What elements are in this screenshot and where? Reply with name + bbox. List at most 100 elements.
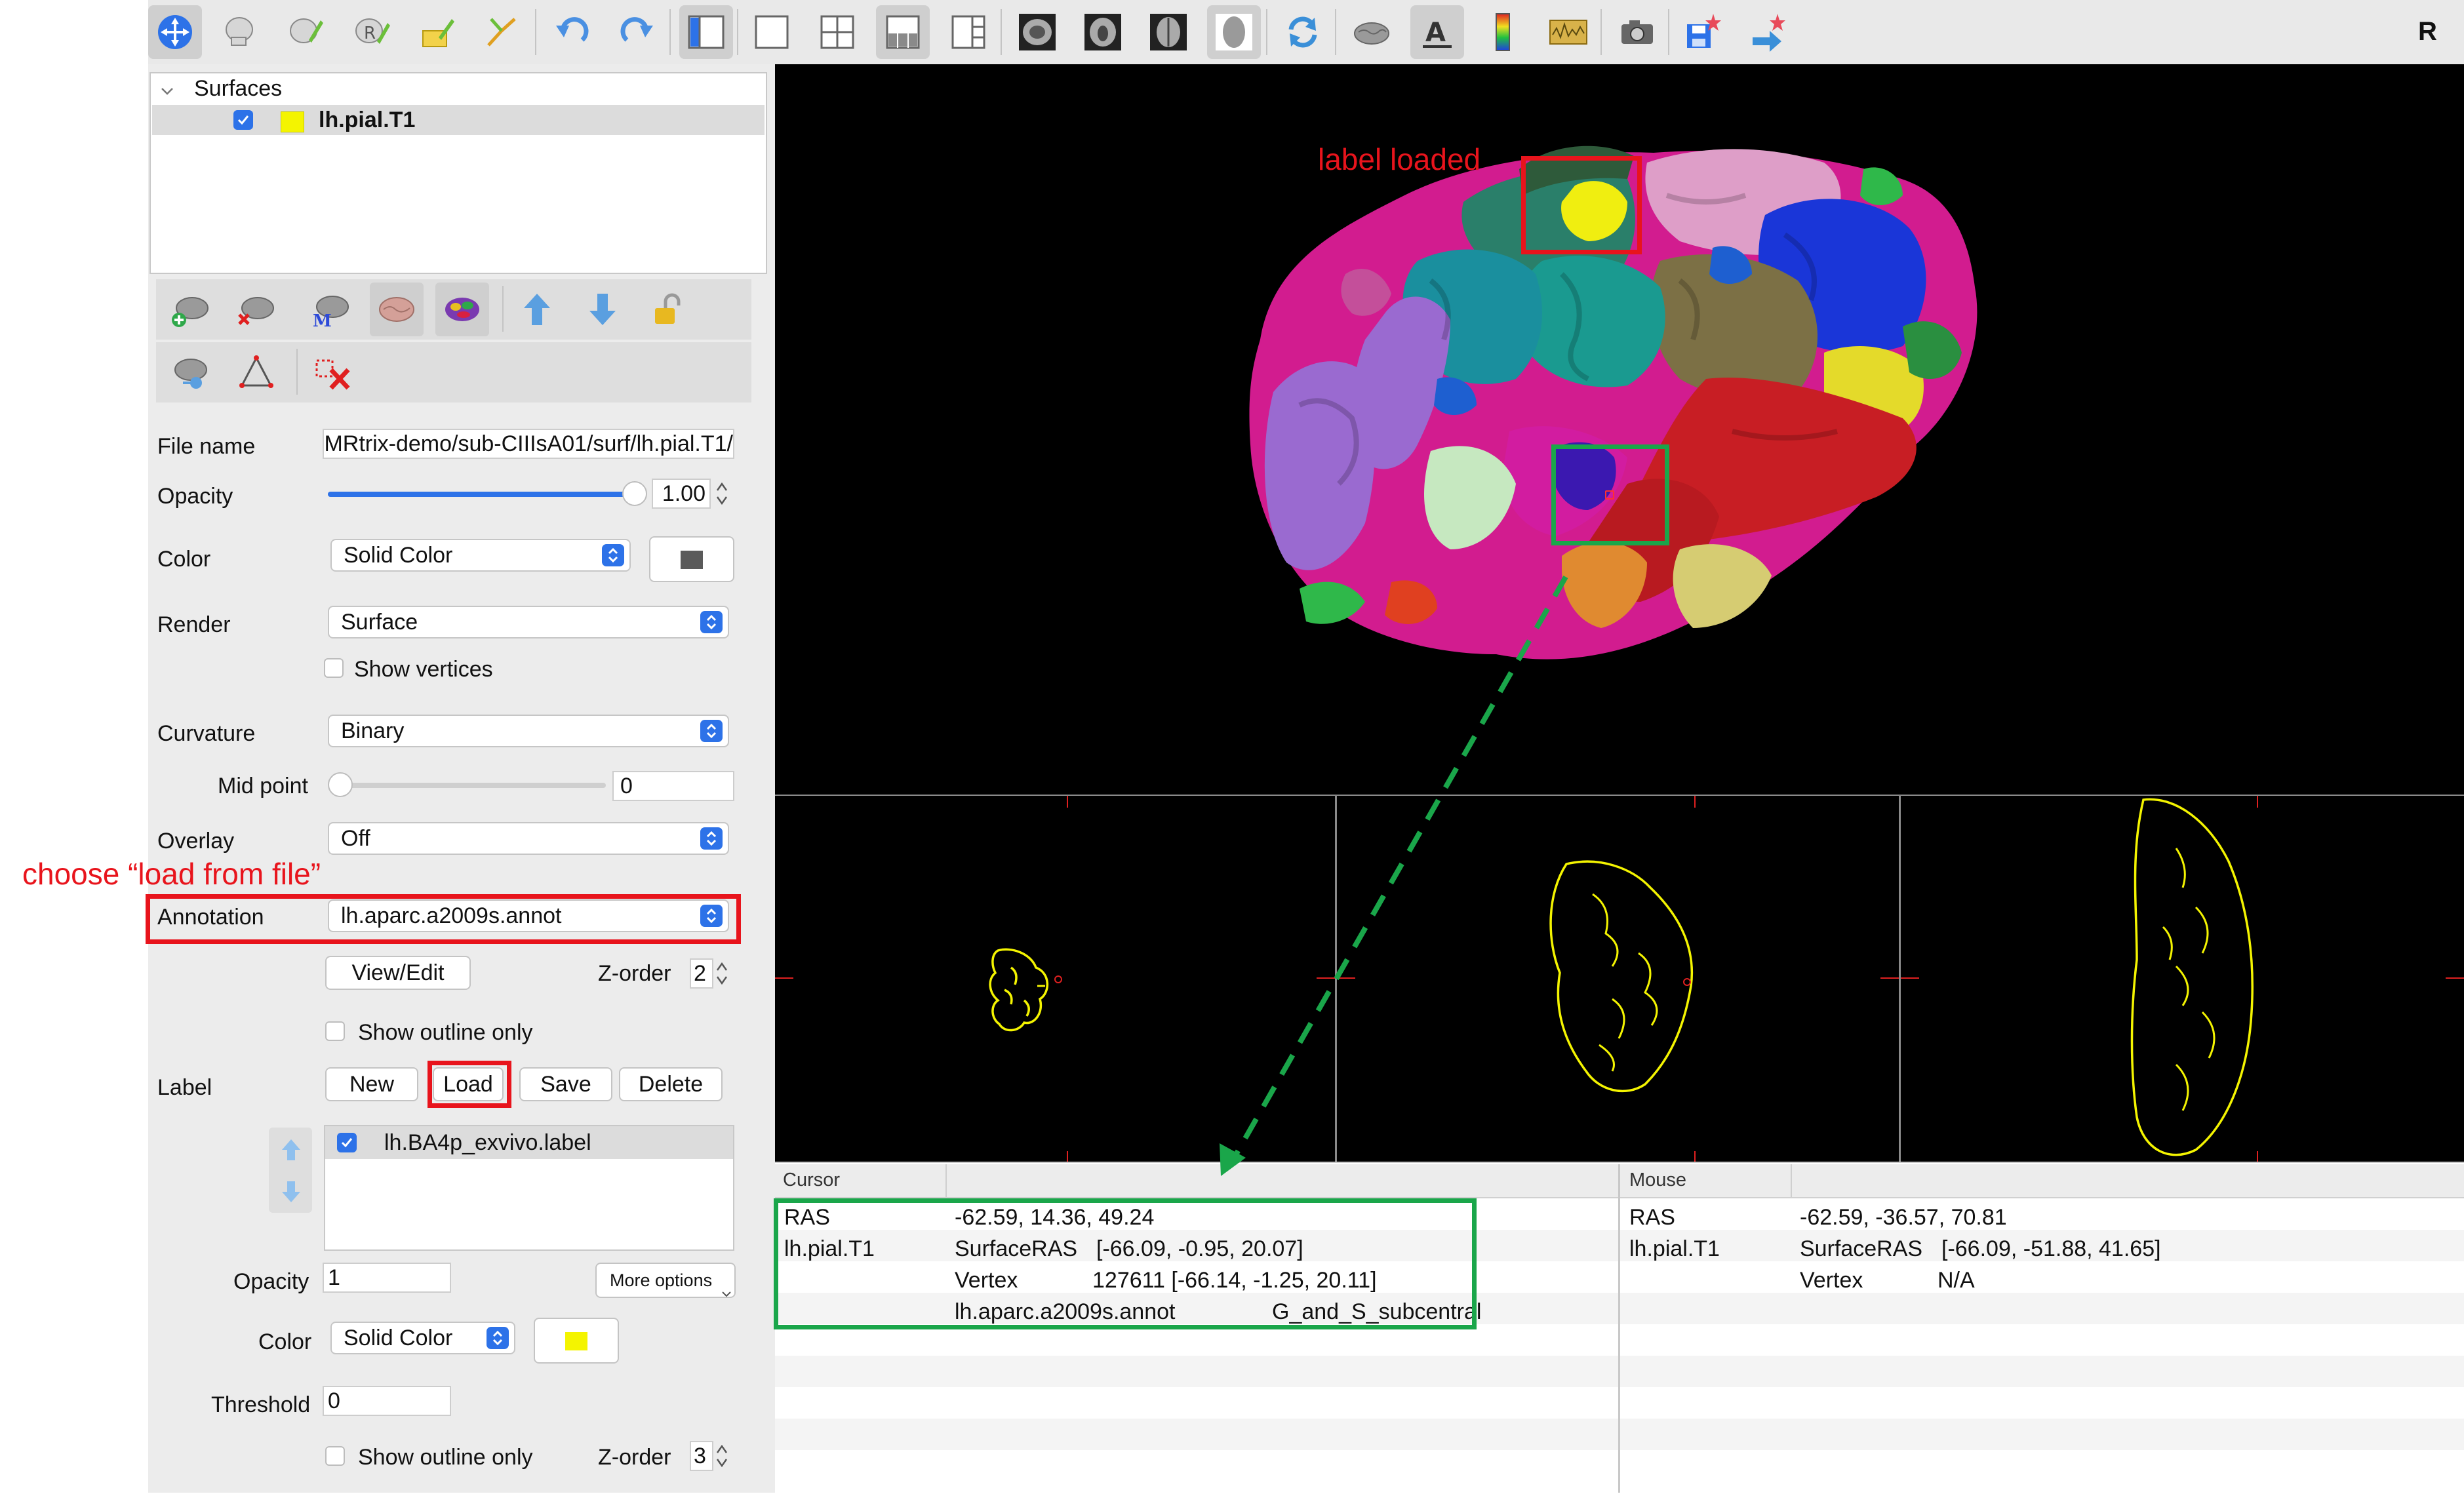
opacity-slider-handle[interactable] (622, 481, 647, 506)
layer-tools-row-2 (156, 342, 751, 403)
label-opacity-label: Opacity (233, 1269, 309, 1294)
label-item-name: lh.BA4p_exvivo.label (384, 1130, 591, 1155)
cursor-info-panel: Cursor RAS -62.59, 14.36, 49.24 lh.pial.T1… (774, 1164, 1618, 1493)
text-annotation-icon[interactable]: A (1410, 5, 1464, 59)
mid-point-field[interactable]: 0 (612, 771, 734, 801)
redo-icon[interactable] (610, 5, 664, 59)
annotation-zorder-field[interactable]: 2 (690, 958, 713, 989)
chevron-down-icon[interactable] (160, 79, 174, 95)
layout-1x3-icon[interactable] (679, 5, 733, 59)
reset-view-icon[interactable] (1276, 5, 1330, 59)
layout-2x2-icon[interactable] (810, 5, 864, 59)
navigate-icon[interactable] (148, 5, 202, 59)
surface-pial-icon[interactable] (370, 283, 424, 336)
save-point-icon[interactable] (1676, 5, 1730, 59)
surface-inflated-color-icon[interactable] (435, 283, 489, 336)
slice-view-sagittal[interactable] (775, 795, 1335, 1163)
layout-1x1-icon[interactable] (745, 5, 799, 59)
choose-load-from-file-callout: choose “load from file” (22, 857, 321, 891)
threshold-field[interactable]: 0 (323, 1386, 451, 1416)
opacity-field[interactable]: 1.00 (652, 479, 711, 509)
more-options-button[interactable]: More options (595, 1263, 736, 1298)
frame-icon[interactable] (1541, 5, 1595, 59)
chevron-down-icon (721, 1277, 732, 1297)
skull-strip-icon[interactable] (214, 5, 268, 59)
curvature-label: Curvature (157, 721, 256, 746)
file-name-field[interactable]: /MRtrix-demo/sub-CIIIsA01/surf/lh.pial.T… (323, 429, 734, 459)
label-opacity-field[interactable]: 1 (323, 1263, 451, 1293)
annotation-zorder-stepper-icon[interactable] (715, 958, 729, 989)
clear-marks-icon[interactable] (306, 345, 359, 399)
label-move-down-icon[interactable] (278, 1179, 304, 1205)
surface-path-icon[interactable] (164, 345, 218, 399)
label-delete-button[interactable]: Delete (619, 1067, 723, 1101)
lock-icon[interactable] (641, 283, 695, 336)
color-mode-select[interactable]: Solid Color (330, 539, 631, 572)
layer-color-swatch (281, 111, 304, 132)
load-surface-icon[interactable] (164, 283, 218, 336)
label-color-mode-select[interactable]: Solid Color (330, 1322, 515, 1354)
mouse-row-name: RAS (1629, 1205, 1675, 1230)
layer-visible-checkbox[interactable] (233, 110, 253, 130)
overlay-select[interactable]: Off (328, 822, 729, 855)
annotation-outline-checkbox[interactable] (325, 1021, 345, 1041)
select-arrows-icon (487, 1327, 509, 1349)
label-save-button[interactable]: Save (519, 1067, 612, 1101)
triangle-tool-icon[interactable] (229, 345, 283, 399)
label-outline-label: Show outline only (358, 1445, 533, 1470)
voxel-edit-icon[interactable] (279, 5, 333, 59)
roi-edit-icon[interactable] (410, 5, 464, 59)
mid-point-slider[interactable] (328, 772, 606, 797)
label-zorder-field[interactable]: 3 (690, 1441, 713, 1471)
mouse-info-row: RAS -62.59, -36.57, 70.81 (1620, 1202, 2464, 1234)
layout-1and3-icon[interactable] (876, 5, 930, 59)
view-sagittal-icon[interactable] (1010, 5, 1064, 59)
close-surface-icon[interactable] (229, 283, 283, 336)
view-edit-button[interactable]: View/Edit (325, 956, 471, 990)
label-move-up-icon[interactable] (278, 1137, 304, 1163)
move-layer-down-icon[interactable] (576, 283, 629, 336)
view-3d-icon[interactable] (1207, 5, 1261, 59)
mid-point-slider-handle[interactable] (328, 772, 353, 797)
opacity-slider-track[interactable] (328, 481, 647, 506)
color-bar-icon[interactable] (1476, 5, 1530, 59)
show-vertices-checkbox[interactable] (324, 658, 344, 678)
opacity-stepper-icon[interactable] (715, 479, 729, 509)
slice-view-axial[interactable] (1901, 795, 2464, 1163)
point-set-edit-icon[interactable] (476, 5, 530, 59)
3d-view[interactable]: label loaded (775, 64, 2464, 795)
view-axial-icon[interactable] (1142, 5, 1195, 59)
layer-item-label: lh.pial.T1 (319, 108, 416, 132)
undo-icon[interactable] (545, 5, 599, 59)
view-coronal-icon[interactable] (1076, 5, 1130, 59)
curvature-select[interactable]: Binary (328, 715, 729, 747)
surface-main-icon[interactable]: M (304, 283, 358, 336)
layout-1and3-horizontal-icon[interactable] (942, 5, 995, 59)
file-name-label: File name (157, 434, 256, 459)
mouse-info-row: lh.pial.T1 SurfaceRAS [-66.09, -51.88, 41.… (1620, 1234, 2464, 1265)
overlay-value: Off (341, 826, 370, 851)
annotation-label: Annotation (157, 905, 264, 930)
label-color-mode-value: Solid Color (344, 1326, 453, 1350)
render-select[interactable]: Surface (328, 606, 729, 639)
select-arrows-icon (700, 611, 723, 633)
annotation-select[interactable]: lh.aparc.a2009s.annot (328, 899, 729, 932)
render-label: Render (157, 612, 231, 637)
surface-color-button[interactable] (649, 536, 734, 582)
label-list-item[interactable]: lh.BA4p_exvivo.label (325, 1126, 733, 1159)
coronal-outline (1337, 796, 1899, 1163)
label-visible-checkbox[interactable] (337, 1133, 357, 1152)
slice-view-coronal[interactable] (1337, 795, 1899, 1163)
surface-icon[interactable] (1345, 5, 1399, 59)
label-outline-checkbox[interactable] (325, 1446, 345, 1466)
label-new-button[interactable]: New (325, 1067, 418, 1101)
snapshot-icon[interactable] (1610, 5, 1664, 59)
label-color-button[interactable] (534, 1318, 619, 1364)
recon-edit-icon[interactable]: R (345, 5, 399, 59)
layer-item-row[interactable]: lh.pial.T1 (152, 105, 765, 135)
label-zorder-stepper-icon[interactable] (715, 1441, 729, 1471)
main-toolbar: R A R (148, 0, 2464, 66)
move-layer-up-icon[interactable] (510, 283, 564, 336)
label-loaded-highlight-box (1521, 156, 1642, 254)
transform-icon[interactable] (1741, 5, 1795, 59)
